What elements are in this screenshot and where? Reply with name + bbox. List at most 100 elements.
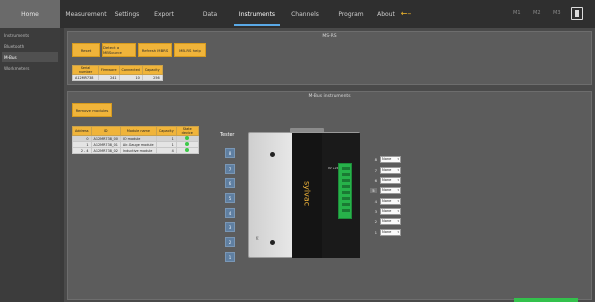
sidebar-item-instruments[interactable]: Instruments: [2, 30, 58, 40]
channel-5-select[interactable]: None ▾: [380, 186, 401, 194]
m-bus-instruments-title: M-Bus instruments: [308, 94, 351, 99]
slot-7-button[interactable]: 7: [225, 164, 235, 174]
tester-device-image: PI sylvac 0V +24V: [248, 128, 360, 260]
channel-1-select[interactable]: None ▾: [380, 228, 401, 236]
selected-value: None: [382, 188, 392, 192]
device-model-label: PI: [255, 236, 260, 240]
column-header-id: ID: [90, 126, 121, 136]
memory-slot-m2[interactable]: M2: [533, 10, 541, 16]
channel-7-row: 7 None ▾: [370, 166, 401, 174]
status-dot-icon: [185, 148, 190, 152]
tab-measurement[interactable]: Measurement: [60, 0, 112, 28]
status-dot-icon: [185, 136, 190, 140]
tab-settings[interactable]: Settings: [112, 0, 142, 28]
table-row[interactable]: A12MR738 241 10 256: [72, 74, 163, 81]
table-cell: 2 - 4: [72, 147, 92, 154]
slot-2-button[interactable]: 2: [225, 237, 235, 247]
channel-number-highlighted: 5: [370, 187, 377, 193]
channel-3-select[interactable]: None ▾: [380, 207, 401, 215]
channel-6-select[interactable]: None ▾: [380, 176, 401, 184]
column-header-serial: Serial number: [72, 65, 99, 75]
selected-value: None: [382, 230, 392, 234]
state-cell: [175, 147, 199, 154]
channel-number: 1: [374, 229, 377, 235]
detect-mbsource-button[interactable]: Detect a MBSource: [102, 43, 136, 57]
selected-value: None: [382, 209, 392, 213]
chevron-down-icon: ▾: [397, 209, 399, 213]
mb-rs-help-button[interactable]: MB-RS help: [174, 43, 206, 57]
channel-number: 3: [374, 208, 377, 214]
selected-value: None: [382, 199, 392, 203]
column-header-address: Address: [72, 126, 92, 136]
channel-7-select[interactable]: None ▾: [380, 166, 401, 174]
active-tab-indicator: [234, 24, 280, 26]
table-cell: Inductive module: [119, 147, 157, 154]
chevron-down-icon: ▾: [397, 178, 399, 182]
table-cell: 10: [118, 74, 143, 81]
table-cell: 241: [98, 74, 120, 81]
slot-5-button[interactable]: 5: [225, 193, 235, 203]
reset-button[interactable]: Reset: [72, 43, 100, 57]
slot-1-button[interactable]: 1: [225, 252, 235, 262]
sidebar-item-m-bus[interactable]: M-Bus: [2, 52, 58, 62]
channel-number: 2: [374, 218, 377, 224]
sidebar-item-bluetooth[interactable]: Bluetooth: [2, 41, 58, 51]
channel-1-row: 1 None ▾: [370, 228, 401, 236]
ms-rs-panel: MS-RS Reset Detect a MBSource Refresh MB…: [67, 31, 592, 85]
tab-data[interactable]: Data: [186, 0, 234, 28]
column-header-capacity: Capacity: [141, 65, 163, 75]
device-screw-hole: [270, 152, 275, 157]
slot-4-button[interactable]: 4: [225, 208, 235, 218]
exit-icon[interactable]: [571, 7, 583, 20]
channel-2-select[interactable]: None ▾: [380, 217, 401, 225]
status-dot-icon: [185, 142, 190, 146]
selected-value: None: [382, 157, 392, 161]
home-tab[interactable]: Home: [0, 0, 60, 28]
refresh-mbrs-button[interactable]: Refresh MBRS: [138, 43, 172, 57]
table-cell: 4: [155, 147, 177, 154]
channel-4-row: 4 None ▾: [370, 197, 401, 205]
selected-value: None: [382, 168, 392, 172]
channel-3-row: 3 None ▾: [370, 207, 401, 215]
slot-6-button[interactable]: 6: [225, 178, 235, 188]
channel-2-row: 2 None ▾: [370, 217, 401, 225]
column-header-capacity: Capacity: [155, 126, 177, 136]
column-header-firmware: Firmware: [98, 65, 120, 75]
slot-8-button[interactable]: 8: [225, 148, 235, 158]
chevron-down-icon: ▾: [397, 168, 399, 172]
sidebar: Instruments Bluetooth M-Bus Workmeters: [0, 28, 60, 302]
chevron-down-icon: ▾: [397, 157, 399, 161]
table-row[interactable]: 2 - 4 A12MR738_02 Inductive module 4: [72, 147, 199, 154]
chevron-down-icon: ▾: [397, 219, 399, 223]
channel-6-row: 6 None ▾: [370, 176, 401, 184]
channel-8-select[interactable]: None ▾: [380, 155, 401, 163]
table-cell: A12MR738: [72, 74, 99, 81]
tab-export[interactable]: Export: [142, 0, 186, 28]
tab-program[interactable]: Program: [330, 0, 372, 28]
back-arrow-icon[interactable]: ←–: [399, 8, 413, 18]
channel-number: 7: [374, 167, 377, 173]
terminal-connector: [338, 163, 352, 219]
selected-value: None: [382, 219, 392, 223]
tab-channels[interactable]: Channels: [282, 0, 328, 28]
sylvac-logo: sylvac: [302, 181, 312, 207]
chevron-down-icon: ▾: [397, 230, 399, 234]
slot-3-button[interactable]: 3: [225, 222, 235, 232]
tab-about[interactable]: About: [372, 0, 400, 28]
memory-slot-m1[interactable]: M1: [513, 10, 521, 16]
ms-rs-table: Serial number Firmware Connected Capacit…: [72, 65, 163, 81]
channel-4-select[interactable]: None ▾: [380, 197, 401, 205]
sidebar-item-workmeters[interactable]: Workmeters: [2, 63, 58, 73]
remove-modules-button[interactable]: Remove modules: [72, 103, 112, 117]
m-bus-modules-table: Address ID Module name Capacity State de…: [72, 126, 199, 154]
device-screw-hole: [270, 240, 275, 245]
selected-value: None: [382, 178, 392, 182]
table-cell: A12MR738_02: [90, 147, 121, 154]
memory-slot-m3[interactable]: M3: [553, 10, 561, 16]
column-header-state-device: State device: [175, 126, 199, 136]
status-strip: [514, 298, 578, 302]
table-cell: 256: [141, 74, 163, 81]
top-navigation-bar: Home Measurement Settings Export Data In…: [0, 0, 595, 28]
column-header-connected: Connected: [118, 65, 143, 75]
channel-8-row: 8 None ▾: [370, 155, 401, 163]
